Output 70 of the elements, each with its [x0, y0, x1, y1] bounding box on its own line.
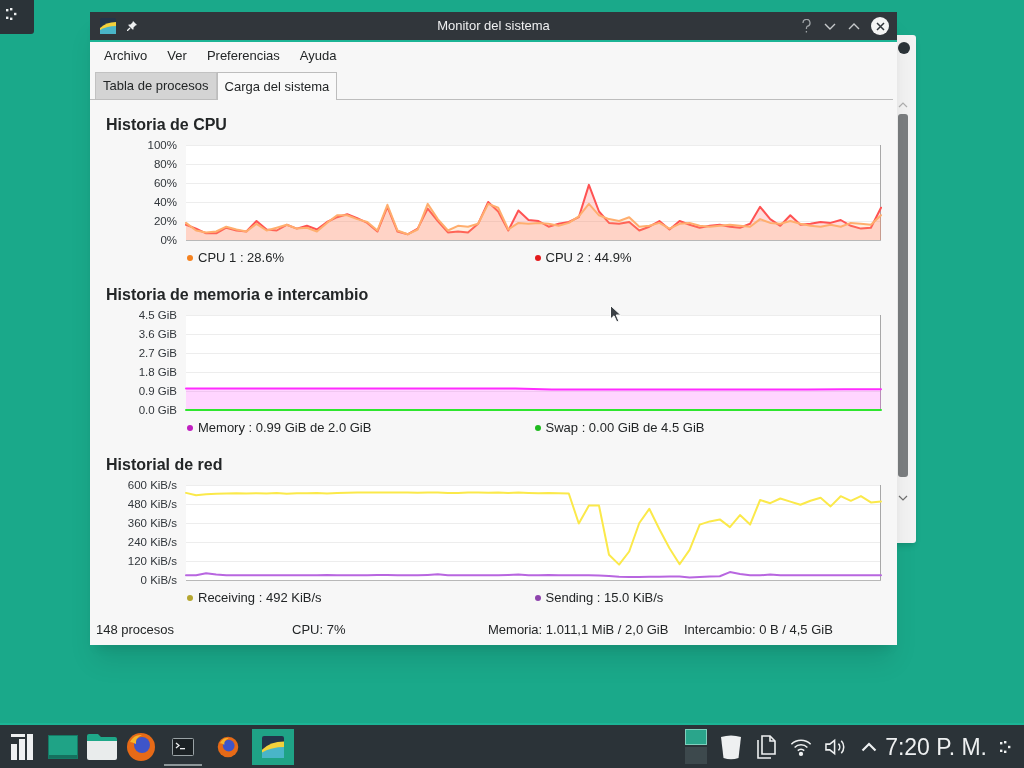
- documents-icon: [755, 734, 778, 759]
- status-text: CPU: 7%: [292, 622, 347, 638]
- close-icon: [875, 21, 885, 31]
- legend-label: Swap : 0.00 GiB de 4.5 GiB: [545, 420, 705, 436]
- y-axis-label: 0.9 GiB: [138, 385, 177, 397]
- tray-button[interactable]: [861, 741, 878, 752]
- chevron-up-icon: [861, 741, 878, 752]
- close-button[interactable]: [898, 42, 910, 54]
- y-axis-label: 4.5 GiB: [138, 309, 177, 321]
- legend-label: Sending : 15.0 KiB/s: [545, 590, 664, 606]
- chevron-down-icon[interactable]: [898, 495, 908, 501]
- question-mark-icon: [801, 19, 811, 33]
- y-axis-label: 0.0 GiB: [138, 404, 177, 416]
- pin-icon: [127, 21, 137, 31]
- tab[interactable]: Carga del sistema: [216, 72, 338, 100]
- area-chart-app-icon: [100, 18, 116, 34]
- y-axis-label: 100%: [147, 139, 177, 151]
- y-axis-label: 480 KiB/s: [127, 498, 177, 510]
- y-axis-label: 3.6 GiB: [138, 328, 177, 340]
- pin-button[interactable]: [127, 21, 137, 31]
- section-heading: Historia de memoria e intercambio: [105, 285, 370, 305]
- y-axis-label: 80%: [153, 158, 177, 170]
- legend-label: Receiving : 492 KiB/s: [198, 590, 322, 606]
- section-heading: Historia de CPU: [105, 115, 228, 135]
- y-axis-label: 0 KiB/s: [140, 574, 177, 586]
- window-menu-button[interactable]: [100, 18, 116, 34]
- terminal-icon: [172, 737, 194, 756]
- virtual-desktop[interactable]: [685, 729, 708, 745]
- scrollbar-thumb[interactable]: [898, 114, 908, 477]
- tab[interactable]: Tabla de procesos: [95, 72, 217, 99]
- close-button[interactable]: [871, 17, 889, 35]
- y-axis-label: 360 KiB/s: [127, 517, 177, 529]
- legend-label: CPU 1 : 28.6%: [198, 250, 284, 266]
- dots-icon: [1000, 740, 1012, 753]
- y-axis-label: 40%: [153, 196, 177, 208]
- menu-item[interactable]: Ver: [157, 46, 197, 66]
- tray-button[interactable]: [720, 733, 743, 760]
- status-text: Intercambio: 0 B / 4,5 GiB: [684, 622, 834, 638]
- menu-item[interactable]: Ayuda: [289, 46, 347, 66]
- y-axis-label: 240 KiB/s: [127, 536, 177, 548]
- chevron-down-icon: [824, 22, 836, 30]
- folder-icon: [86, 733, 117, 760]
- trash-icon: [720, 733, 743, 760]
- globe-icon: [217, 735, 239, 758]
- status-text: 148 procesos: [96, 622, 176, 638]
- tray-button[interactable]: [755, 734, 778, 759]
- y-axis-label: 120 KiB/s: [127, 555, 177, 567]
- y-axis-label: 60%: [153, 177, 177, 189]
- status-text: Memoria: 1.011,1 MiB / 2,0 GiB: [488, 622, 670, 638]
- globe-icon: [125, 731, 156, 762]
- clock[interactable]: 7:20 P. M.: [885, 732, 987, 761]
- legend-label: Memory : 0.99 GiB de 2.0 GiB: [198, 420, 372, 436]
- y-axis-label: 20%: [153, 215, 177, 227]
- window-title: Monitor del sistema: [437, 17, 550, 36]
- menu-item[interactable]: Preferencias: [196, 46, 290, 66]
- y-axis-label: 600 KiB/s: [127, 479, 177, 491]
- desktop-icon: [47, 734, 78, 759]
- dots-icon: [6, 8, 18, 20]
- y-axis-label: 1.8 GiB: [138, 366, 177, 378]
- panel-options-button[interactable]: [1000, 740, 1012, 753]
- y-axis-label: 2.7 GiB: [138, 347, 177, 359]
- chevron-up-icon: [848, 22, 860, 30]
- y-axis-label: 0%: [160, 234, 177, 246]
- task-button[interactable]: [252, 728, 294, 765]
- legend-label: CPU 2 : 44.9%: [545, 250, 632, 266]
- area-chart-app-icon: [262, 735, 284, 758]
- menu-item[interactable]: Archivo: [94, 46, 158, 66]
- toolbox-button[interactable]: [0, 0, 34, 34]
- section-heading: Historial de red: [105, 455, 224, 475]
- help-button[interactable]: [799, 17, 813, 35]
